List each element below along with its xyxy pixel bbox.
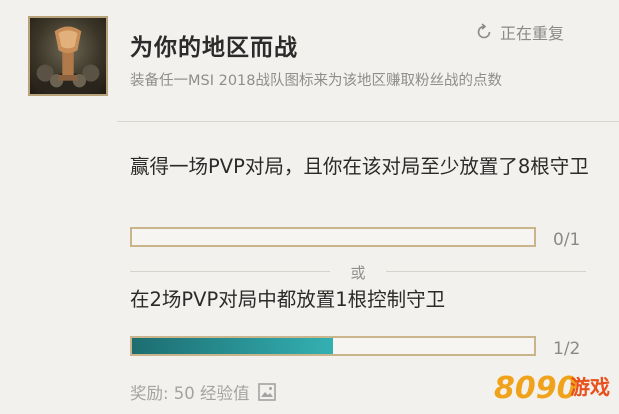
objective-1-text: 赢得一场PVP对局，且你在该对局至少放置了8根守卫 <box>130 155 589 178</box>
or-divider-right <box>386 271 586 272</box>
svg-text:游戏: 游戏 <box>570 375 610 399</box>
mission-description: 装备任一MSI 2018战队图标来为该地区赚取粉丝战的点数 <box>130 73 502 89</box>
reroll-label: 正在重复 <box>500 24 565 43</box>
or-separator: 或 <box>130 262 586 282</box>
svg-text:8090: 8090 <box>494 371 578 406</box>
site-watermark-logo: 8090 游戏 <box>492 360 616 412</box>
objective-2-progress-bar <box>130 336 536 356</box>
objective-2-progress-count: 1/2 <box>553 339 581 359</box>
reward-label: 奖励: 50 经验值 <box>130 384 250 403</box>
reroll-button[interactable]: 正在重复 <box>474 21 564 43</box>
objective-2-progress-fill <box>132 338 333 354</box>
image-icon <box>257 383 276 401</box>
objective-1-progress-count: 0/1 <box>553 230 581 250</box>
mission-title: 为你的地区而战 <box>130 35 298 61</box>
reward-row: 奖励: 50 经验值 <box>130 380 276 404</box>
trophy-emblem-icon <box>28 16 108 96</box>
mission-card: 为你的地区而战 正在重复 装备任一MSI 2018战队图标来为该地区赚取粉丝战的… <box>0 0 619 414</box>
divider <box>117 121 619 122</box>
objective-1-progress-bar <box>130 227 536 247</box>
or-divider-left <box>130 271 330 272</box>
objective-2-text: 在2场PVP对局中都放置1根控制守卫 <box>130 288 446 311</box>
refresh-icon <box>477 23 491 39</box>
or-label: 或 <box>350 264 366 282</box>
